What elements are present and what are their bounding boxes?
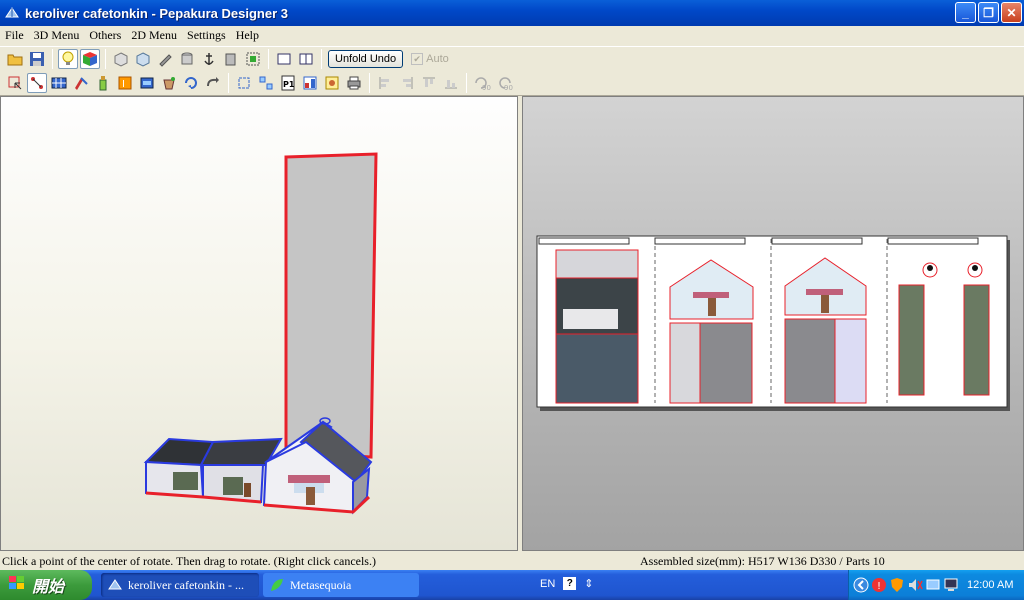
select-part-icon[interactable] <box>243 49 263 69</box>
print-icon[interactable] <box>344 73 364 93</box>
task-pepakura[interactable]: keroliver cafetonkin - ... <box>101 573 259 597</box>
flat-cube-icon[interactable] <box>133 49 153 69</box>
svg-text:!: ! <box>877 581 881 592</box>
redo-arrow-icon[interactable] <box>203 73 223 93</box>
close-button[interactable]: ✕ <box>1001 2 1022 23</box>
single-pane-icon[interactable] <box>274 49 294 69</box>
svg-text:P1: P1 <box>283 80 295 89</box>
pepakura-app-icon <box>5 7 19 18</box>
photo-icon[interactable] <box>322 73 342 93</box>
grid-icon[interactable] <box>49 73 69 93</box>
menu-3d[interactable]: 3D Menu <box>29 28 85 43</box>
auto-checkbox[interactable]: ✔ Auto <box>411 53 449 65</box>
language-bar[interactable]: EN ? ⇕ <box>540 577 594 590</box>
window-title: keroliver cafetonkin - Pepakura Designer… <box>25 5 288 21</box>
paint-icon[interactable] <box>71 73 91 93</box>
monitor-icon[interactable] <box>943 577 959 593</box>
align-top-icon[interactable] <box>419 73 439 93</box>
open-folder-icon[interactable] <box>5 49 25 69</box>
text-icon[interactable]: I <box>115 73 135 93</box>
wire-cube-icon[interactable] <box>111 49 131 69</box>
task-pepakura-label: keroliver cafetonkin - ... <box>128 577 244 592</box>
menu-help[interactable]: Help <box>231 28 264 43</box>
anchor-icon[interactable] <box>199 49 219 69</box>
align-bottom-icon[interactable] <box>441 73 461 93</box>
menu-2d[interactable]: 2D Menu <box>126 28 182 43</box>
network-icon[interactable] <box>925 577 941 593</box>
shield-icon[interactable] <box>889 577 905 593</box>
3d-model[interactable] <box>1 97 518 551</box>
start-label: 開始 <box>32 579 65 596</box>
windows-flag-icon <box>8 575 26 596</box>
status-hint: Click a point of the center of rotate. T… <box>2 553 376 568</box>
minimize-button[interactable]: _ <box>955 2 976 23</box>
image-icon[interactable] <box>137 73 157 93</box>
edit-toolbar: I P1 90 90 <box>0 71 1024 96</box>
fit-view-icon[interactable] <box>234 73 254 93</box>
volume-icon[interactable] <box>907 577 923 593</box>
task-metasequoia-label: Metasequoia <box>290 577 352 592</box>
pencil-icon[interactable] <box>155 49 175 69</box>
bottle-icon[interactable] <box>93 73 113 93</box>
main-toolbar: Unfold Undo ✔ Auto <box>0 46 1024 71</box>
system-tray: ! 12:00 AM <box>848 570 1024 600</box>
auto-label: Auto <box>426 53 449 65</box>
align-right-icon[interactable] <box>397 73 417 93</box>
rotate-neg90-label: 90 <box>504 84 513 91</box>
align-left-icon[interactable] <box>375 73 395 93</box>
pepakura-task-icon <box>108 579 122 590</box>
2d-pattern-sheet[interactable] <box>523 97 1024 551</box>
langbar-options-icon[interactable]: ⇕ <box>584 577 593 590</box>
cylinder-icon[interactable] <box>177 49 197 69</box>
page-number-icon[interactable]: P1 <box>278 73 298 93</box>
join-arrow-icon[interactable] <box>181 73 201 93</box>
layout-icon[interactable] <box>300 73 320 93</box>
box-icon[interactable] <box>221 49 241 69</box>
texture-cube-icon[interactable] <box>80 49 100 69</box>
unfold-undo-button[interactable]: Unfold Undo <box>328 50 404 68</box>
status-assembled-size: Assembled size(mm): H517 W136 D330 / Par… <box>640 553 885 568</box>
menu-others[interactable]: Others <box>84 28 126 43</box>
language-indicator[interactable]: EN <box>540 578 555 590</box>
title-bar: keroliver cafetonkin - Pepakura Designer… <box>0 0 1024 26</box>
restore-button[interactable]: ❐ <box>978 2 999 23</box>
menu-bar: File 3D Menu Others 2D Menu Settings Hel… <box>0 26 1024 45</box>
parts-icon[interactable] <box>256 73 276 93</box>
menu-settings[interactable]: Settings <box>182 28 231 43</box>
metasequoia-leaf-icon <box>271 579 283 591</box>
lightbulb-icon[interactable] <box>58 49 78 69</box>
rotate-part-icon[interactable] <box>27 73 47 93</box>
rotate-neg90-icon[interactable]: 90 <box>494 73 514 93</box>
taskbar: 開始 keroliver cafetonkin - ... Metasequoi… <box>0 570 1024 600</box>
tray-expand-icon[interactable] <box>853 577 869 593</box>
select-arrow-icon[interactable] <box>5 73 25 93</box>
help-icon[interactable]: ? <box>563 577 577 590</box>
task-metasequoia[interactable]: Metasequoia <box>263 573 419 597</box>
menu-file[interactable]: File <box>0 28 29 43</box>
dual-pane-icon[interactable] <box>296 49 316 69</box>
status-bar: Click a point of the center of rotate. T… <box>0 552 1024 570</box>
rotate-90-label: 90 <box>482 84 491 91</box>
3d-view-pane[interactable] <box>0 96 518 551</box>
rotate-90-icon[interactable]: 90 <box>472 73 492 93</box>
save-icon[interactable] <box>27 49 47 69</box>
2d-view-pane[interactable] <box>522 96 1024 551</box>
start-button[interactable]: 開始 <box>0 570 92 600</box>
svg-text:I: I <box>122 79 125 90</box>
security-alert-icon[interactable]: ! <box>871 577 887 593</box>
clock[interactable]: 12:00 AM <box>967 579 1013 591</box>
bucket-icon[interactable] <box>159 73 179 93</box>
auto-check-icon: ✔ <box>411 53 424 65</box>
